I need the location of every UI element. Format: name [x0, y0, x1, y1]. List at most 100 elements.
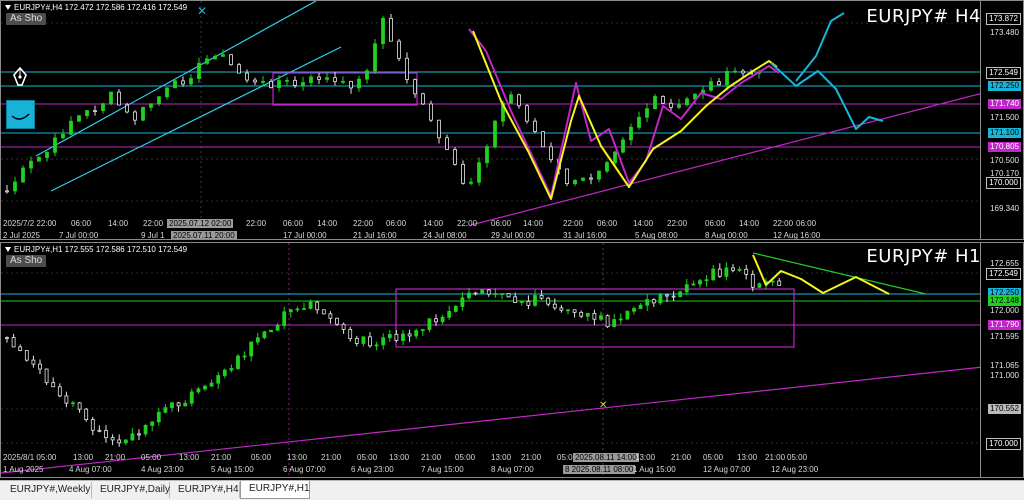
- h1-candle-body: [453, 306, 458, 312]
- h1-candle-body: [440, 316, 445, 323]
- chart-pane-h4[interactable]: ✕ EURJPY#,H4 172.472 172.586 172.416 172…: [0, 0, 1024, 240]
- price-label: 172.549: [986, 268, 1021, 280]
- tab-weekly[interactable]: EURJPY#,Weekly: [2, 482, 92, 498]
- h4-candle-body: [357, 78, 361, 89]
- tab-daily[interactable]: EURJPY#,Daily: [92, 482, 170, 498]
- h4-candle-body: [285, 79, 289, 82]
- h4-candle-body: [197, 62, 201, 79]
- h1-candle-body: [731, 267, 735, 271]
- h1-candle-body: [585, 312, 590, 317]
- time-label: 21 Jul 16:00: [353, 231, 397, 240]
- time-label: 05:00: [141, 453, 162, 462]
- h1-candle-body: [163, 407, 168, 413]
- time-label: 17 Jul 00:00: [283, 231, 327, 240]
- h4-candle-body: [565, 168, 569, 185]
- h1-candle-body: [137, 433, 141, 436]
- h1-price-plot[interactable]: ✕: [1, 243, 983, 477]
- h4-candle-body: [45, 151, 49, 158]
- h4-candle-body: [269, 81, 273, 89]
- h4-candle-body: [389, 17, 393, 42]
- h4-candle-body: [245, 72, 249, 81]
- h1-as-show-button[interactable]: As Sho: [6, 255, 47, 267]
- h1-candle-body: [533, 295, 537, 306]
- price-label: 171.790: [988, 320, 1021, 330]
- h4-candle-body: [109, 91, 113, 105]
- time-label: 13:00: [635, 453, 656, 462]
- h1-candle-body: [176, 402, 181, 407]
- h1-candle-body: [97, 429, 102, 432]
- time-label: 12 Aug 07:00: [703, 465, 751, 474]
- tab-h1[interactable]: EURJPY#,H1: [240, 481, 310, 499]
- h4-candle-body: [349, 80, 353, 89]
- time-label: 05:00: [357, 453, 378, 462]
- price-label: 170.500: [990, 156, 1019, 165]
- time-label: 2025/8/1 05:00: [3, 453, 57, 462]
- h1-price-axis[interactable]: 172.655 172.549 172.250 172.148 172.000 171.7…: [980, 243, 1023, 477]
- time-label: 22:00: [773, 219, 794, 228]
- price-label: 173.872: [986, 13, 1021, 25]
- h4-candle-body: [733, 70, 737, 73]
- h4-candle-body: [301, 82, 305, 86]
- h1-candle-body: [592, 312, 597, 320]
- h4-candle-body: [69, 120, 73, 135]
- h1-candle-body: [374, 344, 379, 347]
- price-label: 172.000: [990, 306, 1019, 315]
- time-label: 14:00: [423, 219, 444, 228]
- h1-candle-body: [189, 391, 194, 404]
- h4-candle-body: [5, 190, 9, 193]
- h1-candle-body: [401, 333, 405, 341]
- h1-candle-body: [394, 333, 399, 341]
- time-label: 2025.07.12 02:00: [167, 219, 234, 228]
- h4-price-axis[interactable]: 173.872 173.480 172.549 172.250 171.740 171.5…: [980, 1, 1023, 239]
- pen-nib-icon[interactable]: [12, 66, 28, 87]
- h4-candle-body: [421, 93, 425, 105]
- time-label: 2 Jul 2025: [3, 231, 40, 240]
- h1-candle-body: [104, 430, 108, 439]
- price-label: 171.065: [990, 361, 1019, 370]
- h1-candle-body: [612, 319, 617, 328]
- h4-price-plot[interactable]: ✕: [1, 1, 983, 239]
- time-label: 22:00: [457, 219, 478, 228]
- chart-thumbnail-icon[interactable]: [6, 100, 35, 129]
- h1-candle-body: [328, 313, 333, 319]
- price-label: 171.500: [990, 113, 1019, 122]
- h1-candle-body: [361, 336, 366, 344]
- crosshair-icon: ✕: [599, 400, 607, 411]
- h4-as-show-button[interactable]: As Sho: [6, 13, 47, 25]
- time-label: 05:00: [455, 453, 476, 462]
- h1-candle-body: [196, 388, 201, 393]
- time-label: 9 Jul 1: [141, 231, 165, 240]
- h4-candle-body: [509, 94, 513, 104]
- h1-candle-body: [57, 386, 62, 397]
- h4-candle-body: [141, 106, 145, 121]
- chart-tab-bar: EURJPY#,Weekly EURJPY#,Daily EURJPY#,H4 …: [0, 480, 1024, 500]
- h4-candle-body: [117, 91, 121, 106]
- h4-candle-body: [61, 133, 65, 139]
- h1-candle-body: [599, 315, 603, 320]
- price-label: 171.000: [990, 371, 1019, 380]
- h4-candle-body: [221, 54, 225, 57]
- chart-pane-h1[interactable]: ✕ EURJPY#,H1 172.555 172.586 172.510 172…: [0, 242, 1024, 478]
- time-label: 06:00: [491, 219, 512, 228]
- h1-candle-body: [64, 395, 69, 404]
- h1-candle-body: [559, 307, 564, 311]
- time-label: 06:00: [283, 219, 304, 228]
- time-label: 1 Aug 2025: [3, 465, 44, 474]
- time-label: 5 Aug 15:00: [211, 465, 254, 474]
- h1-candle-body: [757, 283, 762, 288]
- h4-candle-body: [85, 110, 89, 117]
- h4-candle-body: [525, 105, 529, 122]
- channel-line-lower: [50, 46, 342, 192]
- time-label: 06:00: [71, 219, 92, 228]
- time-label: 8 Aug 00:00: [705, 231, 748, 240]
- h4-candle-body: [653, 96, 657, 110]
- h4-candle-body: [29, 160, 33, 169]
- h1-candle-body: [84, 408, 89, 420]
- tab-h4[interactable]: EURJPY#,H4: [170, 482, 240, 498]
- time-label: 13:00: [179, 453, 200, 462]
- time-label: 14:00: [633, 219, 654, 228]
- h1-candle-body: [123, 439, 128, 444]
- h1-candle-body: [368, 336, 372, 347]
- time-label: 29 Jul 00:00: [491, 231, 535, 240]
- h4-candle-body: [277, 80, 281, 89]
